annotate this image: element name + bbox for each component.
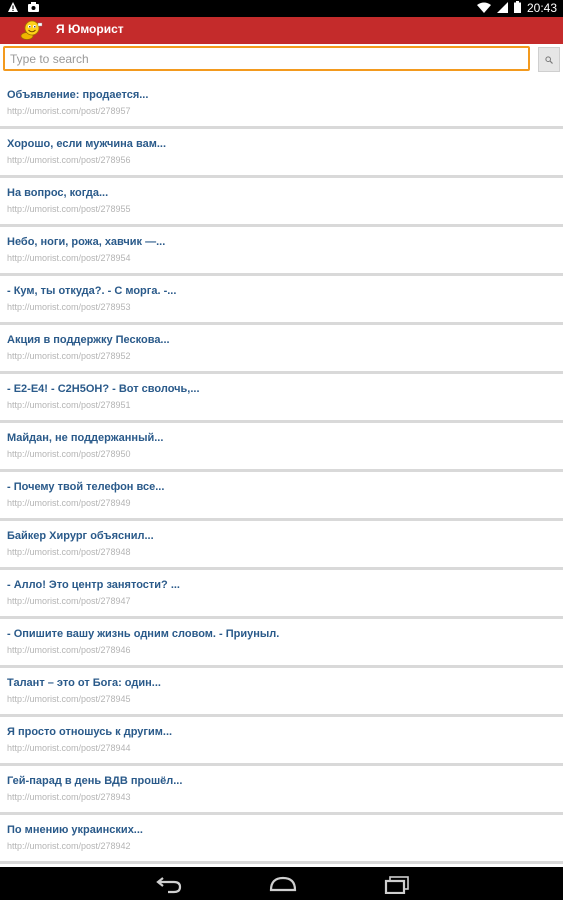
post-url: http://umorist.com/post/278947 [7, 596, 131, 606]
post-url: http://umorist.com/post/278955 [7, 204, 131, 214]
wifi-icon [476, 2, 491, 16]
clock: 20:43 [526, 1, 557, 15]
post-title: По мнению украинских... [7, 824, 143, 836]
post-title: Майдан, не поддержанный... [7, 432, 164, 444]
post-title: Объявление: продается... [7, 89, 149, 101]
post-url: http://umorist.com/post/278946 [7, 645, 131, 655]
post-title: - Почему твой телефон все... [7, 481, 165, 493]
action-bar: Я Юморист [0, 17, 563, 44]
post-url: http://umorist.com/post/278943 [7, 792, 131, 802]
search-button[interactable] [538, 47, 560, 72]
post-list: Объявление: продается... http://umorist.… [0, 80, 563, 867]
list-item[interactable]: Объявление: продается... http://umorist.… [0, 80, 563, 129]
list-item[interactable]: Хорошо, если мужчина вам... http://umori… [0, 129, 563, 178]
list-item[interactable]: Гей-парад в день ВДВ прошёл... http://um… [0, 766, 563, 815]
post-title: - Алло! Это центр занятости? ... [7, 579, 180, 591]
post-title: Гей-парад в день ВДВ прошёл... [7, 775, 183, 787]
post-title: Хорошо, если мужчина вам... [7, 138, 167, 150]
post-title: - Кум, ты откуда?. - С морга. -... [7, 285, 177, 297]
list-item[interactable]: Талант – это от Бога: один... http://umo… [0, 668, 563, 717]
list-item[interactable]: Небо, ноги, рожа, хавчик —... http://umo… [0, 227, 563, 276]
list-item[interactable]: По мнению украинских... http://umorist.c… [0, 815, 563, 864]
post-title: - Опишите вашу жизнь одним словом. - При… [7, 628, 280, 640]
list-item[interactable]: Байкер Хирург объяснил... http://umorist… [0, 521, 563, 570]
search-input[interactable] [3, 46, 530, 71]
camera-icon [28, 2, 39, 15]
warning-icon [8, 2, 18, 15]
navigation-bar [0, 867, 563, 900]
list-item[interactable]: На вопрос, когда... http://umorist.com/p… [0, 178, 563, 227]
post-url: http://umorist.com/post/278951 [7, 400, 131, 410]
list-item[interactable]: - Алло! Это центр занятости? ... http://… [0, 570, 563, 619]
list-item[interactable]: Акция в поддержку Пескова... http://umor… [0, 325, 563, 374]
search-bar [0, 44, 563, 76]
app-title: Я Юморист [56, 22, 124, 36]
list-item[interactable]: - Кум, ты откуда?. - С морга. -... http:… [0, 276, 563, 325]
list-item[interactable]: - Почему твой телефон все... http://umor… [0, 472, 563, 521]
post-url: http://umorist.com/post/278945 [7, 694, 131, 704]
post-title: - Е2-Е4! - С2Н5ОН? - Вот сволочь,... [7, 383, 200, 395]
post-url: http://umorist.com/post/278949 [7, 498, 131, 508]
post-url: http://umorist.com/post/278953 [7, 302, 131, 312]
post-title: На вопрос, когда... [7, 187, 109, 199]
search-icon [545, 51, 553, 69]
post-title: Я просто отношусь к другим... [7, 726, 173, 738]
post-url: http://umorist.com/post/278944 [7, 743, 131, 753]
post-url: http://umorist.com/post/278952 [7, 351, 131, 361]
post-title: Небо, ноги, рожа, хавчик —... [7, 236, 166, 248]
list-item[interactable]: Я просто отношусь к другим... http://umo… [0, 717, 563, 766]
back-icon[interactable] [154, 874, 184, 894]
signal-icon [496, 1, 508, 16]
list-item[interactable]: Майдан, не поддержанный... http://umoris… [0, 423, 563, 472]
status-bar: 20:43 [0, 0, 563, 17]
list-item[interactable]: - Е2-Е4! - С2Н5ОН? - Вот сволочь,... htt… [0, 374, 563, 423]
post-title: Байкер Хирург объяснил... [7, 530, 154, 542]
post-title: Талант – это от Бога: один... [7, 677, 161, 689]
recents-icon[interactable] [382, 874, 412, 895]
battery-icon [513, 1, 521, 16]
post-url: http://umorist.com/post/278956 [7, 155, 131, 165]
home-icon[interactable] [268, 874, 298, 894]
post-url: http://umorist.com/post/278942 [7, 841, 131, 851]
list-item[interactable]: - Опишите вашу жизнь одним словом. - При… [0, 619, 563, 668]
app-logo-icon[interactable] [18, 19, 43, 41]
post-url: http://umorist.com/post/278948 [7, 547, 131, 557]
post-title: Акция в поддержку Пескова... [7, 334, 170, 346]
post-url: http://umorist.com/post/278950 [7, 449, 131, 459]
post-url: http://umorist.com/post/278954 [7, 253, 131, 263]
post-url: http://umorist.com/post/278957 [7, 106, 131, 116]
